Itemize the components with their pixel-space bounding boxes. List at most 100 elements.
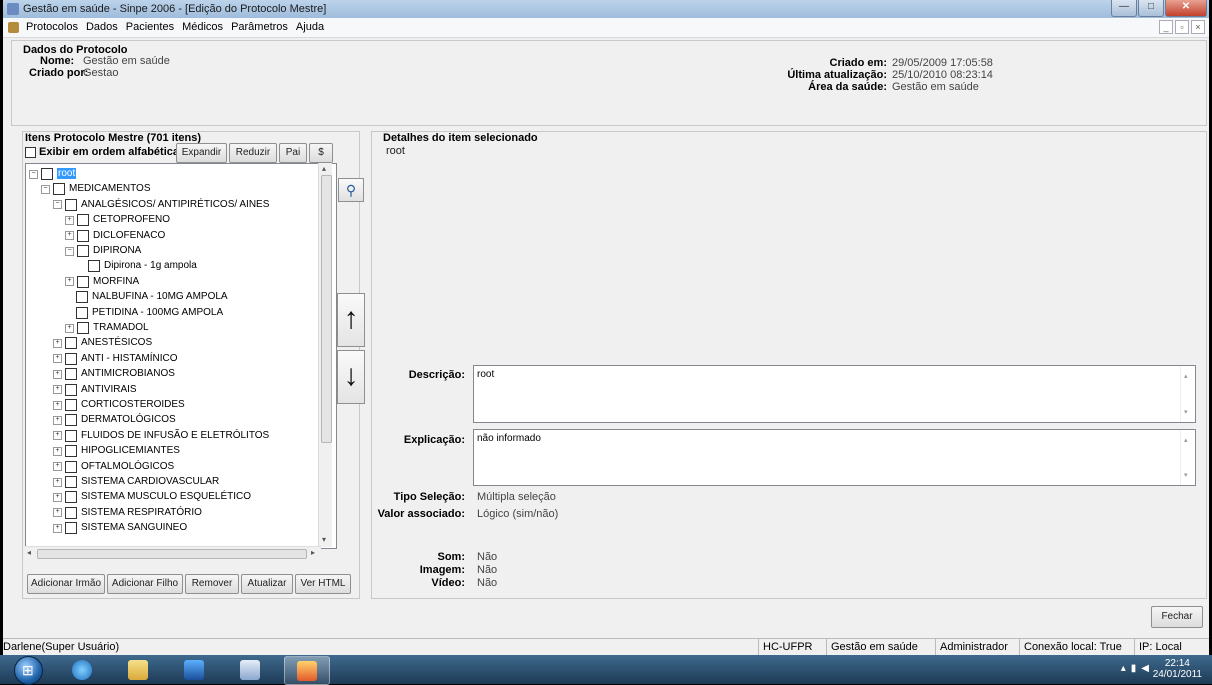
expand-icon[interactable]: + — [53, 415, 62, 425]
tree-node[interactable]: − root — [29, 167, 77, 181]
tree-node-label[interactable]: ANTI - HISTAMÍNICO — [81, 353, 177, 364]
tree-node-label[interactable]: MORFINA — [93, 276, 139, 287]
collapse-icon[interactable]: − — [29, 169, 38, 179]
reduce-button[interactable]: Reduzir — [229, 143, 277, 163]
taskbar-media-player[interactable] — [172, 656, 216, 683]
child-minimize-button[interactable]: _ — [1159, 20, 1173, 34]
tree-node-label[interactable]: PETIDINA - 100MG AMPOLA — [92, 307, 223, 318]
tree-node-label[interactable]: ANESTÉSICOS — [81, 337, 152, 348]
tree-vscroll-thumb[interactable] — [321, 175, 332, 443]
tree-node-checkbox[interactable] — [65, 399, 77, 411]
clock[interactable]: 22:14 24/01/2011 — [1153, 658, 1202, 680]
tree-node-label[interactable]: SISTEMA MUSCULO ESQUELÉTICO — [81, 491, 251, 502]
tree-node-label[interactable]: HIPOGLICEMIANTES — [81, 445, 180, 456]
taskbar-explorer[interactable] — [116, 656, 160, 683]
tree-horizontal-scrollbar[interactable]: ◂ ▸ — [25, 546, 321, 559]
expand-icon[interactable]: + — [53, 446, 62, 456]
tree-node-label[interactable]: ANTIVIRAIS — [81, 384, 137, 395]
explicacao-scrollbar[interactable]: ▴ ▾ — [1180, 430, 1195, 485]
tree-node-label[interactable]: MEDICAMENTOS — [69, 183, 151, 194]
add-child-button[interactable]: Adicionar Filho — [107, 574, 183, 594]
tree-node-label[interactable]: CETOPROFENO — [93, 214, 170, 225]
tree-node-label[interactable]: FLUIDOS DE INFUSÃO E ELETRÓLITOS — [81, 430, 269, 441]
tree-node[interactable]: PETIDINA - 100MG AMPOLA — [65, 306, 223, 320]
menu-ajuda[interactable]: Ajuda — [292, 18, 328, 37]
tree-node-label[interactable]: root — [57, 168, 77, 179]
expand-icon[interactable]: + — [53, 431, 62, 441]
expand-icon[interactable]: + — [53, 508, 62, 518]
expand-icon[interactable]: + — [65, 231, 74, 241]
tree-node[interactable]: − MEDICAMENTOS — [41, 182, 151, 196]
tree-node-checkbox[interactable] — [65, 476, 77, 488]
tree-node[interactable]: + SISTEMA CARDIOVASCULAR — [53, 475, 219, 489]
start-button[interactable]: ⊞ — [14, 656, 43, 685]
tree-vertical-scrollbar[interactable]: ▴ ▾ — [318, 163, 332, 547]
tree-node[interactable]: + CORTICOSTEROIDES — [53, 398, 185, 412]
tree-node[interactable]: + OFTALMOLÓGICOS — [53, 460, 174, 474]
tree-node[interactable]: + FLUIDOS DE INFUSÃO E ELETRÓLITOS — [53, 429, 269, 443]
tree-node-label[interactable]: OFTALMOLÓGICOS — [81, 461, 174, 472]
tray-icons[interactable]: ▴▮◀ — [1121, 663, 1154, 674]
tree-node[interactable]: − ANALGÉSICOS/ ANTIPIRÉTICOS/ AINES — [53, 198, 269, 212]
tree-node-checkbox[interactable] — [65, 337, 77, 350]
tree-node-checkbox[interactable] — [88, 260, 100, 273]
tree-node[interactable]: + ANTIVIRAIS — [53, 383, 137, 397]
tree-node-checkbox[interactable] — [65, 506, 77, 519]
tree-node[interactable]: + DICLOFENACO — [65, 229, 165, 243]
expand-icon[interactable]: + — [53, 462, 62, 472]
descricao-scrollbar[interactable]: ▴ ▾ — [1180, 366, 1195, 422]
alphabetical-label[interactable]: Exibir em ordem alfabética — [39, 146, 179, 158]
expand-icon[interactable]: + — [53, 369, 62, 379]
expand-icon[interactable]: + — [53, 385, 62, 395]
close-button[interactable]: Fechar — [1151, 606, 1203, 628]
tree-node[interactable]: + DERMATOLÓGICOS — [53, 413, 176, 427]
tree-node-label[interactable]: DICLOFENACO — [93, 230, 165, 241]
view-html-button[interactable]: Ver HTML — [295, 574, 351, 594]
tree-node-checkbox[interactable] — [65, 460, 77, 473]
expand-icon[interactable]: + — [53, 492, 62, 502]
tree-node-label[interactable]: NALBUFINA - 10MG AMPOLA — [92, 291, 228, 302]
tree-node[interactable]: + TRAMADOL — [65, 321, 149, 335]
taskbar-sinpe[interactable] — [284, 656, 330, 685]
dollar-button[interactable]: $ — [309, 143, 333, 163]
add-sibling-button[interactable]: Adicionar Irmão — [27, 574, 105, 594]
tree-node-label[interactable]: Dipirona - 1g ampola — [104, 260, 197, 271]
tree-node-label[interactable]: SISTEMA RESPIRATÓRIO — [81, 507, 202, 518]
tree-node-checkbox[interactable] — [65, 414, 77, 427]
tree-node[interactable]: + MORFINA — [65, 275, 139, 289]
minimize-button[interactable]: — — [1111, 0, 1137, 17]
tree-node-label[interactable]: ANTIMICROBIANOS — [81, 368, 175, 379]
move-up-button[interactable]: ↑ — [337, 293, 365, 347]
update-button[interactable]: Atualizar — [241, 574, 293, 594]
collapse-icon[interactable]: − — [53, 200, 62, 210]
tree-node-checkbox[interactable] — [77, 214, 89, 227]
descricao-textarea[interactable]: root ▴ ▾ — [473, 365, 1196, 423]
expand-icon[interactable]: + — [53, 477, 62, 487]
tree-node[interactable]: + SISTEMA SANGUINEO — [53, 521, 187, 535]
tree-node-label[interactable]: DIPIRONA — [93, 245, 141, 256]
taskbar-app[interactable] — [228, 656, 272, 683]
tree-node-label[interactable]: TRAMADOL — [93, 322, 149, 333]
parent-button[interactable]: Pai — [279, 143, 307, 163]
expand-icon[interactable]: + — [53, 523, 62, 533]
tree-node-checkbox[interactable] — [76, 306, 88, 319]
tree-node-checkbox[interactable] — [77, 245, 89, 257]
title-bar[interactable]: Gestão em saúde - Sinpe 2006 - [Edição d… — [3, 0, 1209, 18]
tree-node[interactable]: + ANESTÉSICOS — [53, 336, 152, 350]
tree-node-checkbox[interactable] — [65, 198, 77, 211]
menu-pacientes[interactable]: Pacientes — [122, 18, 178, 37]
remove-button[interactable]: Remover — [185, 574, 239, 594]
tree-node-checkbox[interactable] — [65, 429, 77, 442]
close-window-button[interactable]: ✕ — [1165, 0, 1207, 17]
tree-node-checkbox[interactable] — [77, 275, 89, 288]
alphabetical-checkbox[interactable] — [25, 147, 36, 158]
expand-icon[interactable]: + — [65, 277, 74, 287]
expand-button[interactable]: Expandir — [176, 143, 227, 163]
tree-node-checkbox[interactable] — [65, 368, 77, 381]
menu-parametros[interactable]: Parâmetros — [227, 18, 292, 37]
tree-node[interactable]: + CETOPROFENO — [65, 213, 170, 227]
taskbar-ie[interactable] — [60, 656, 104, 683]
tree-node-checkbox[interactable] — [65, 383, 77, 396]
tree-node-checkbox[interactable] — [65, 522, 77, 535]
tree-node[interactable]: + ANTI - HISTAMÍNICO — [53, 352, 177, 366]
